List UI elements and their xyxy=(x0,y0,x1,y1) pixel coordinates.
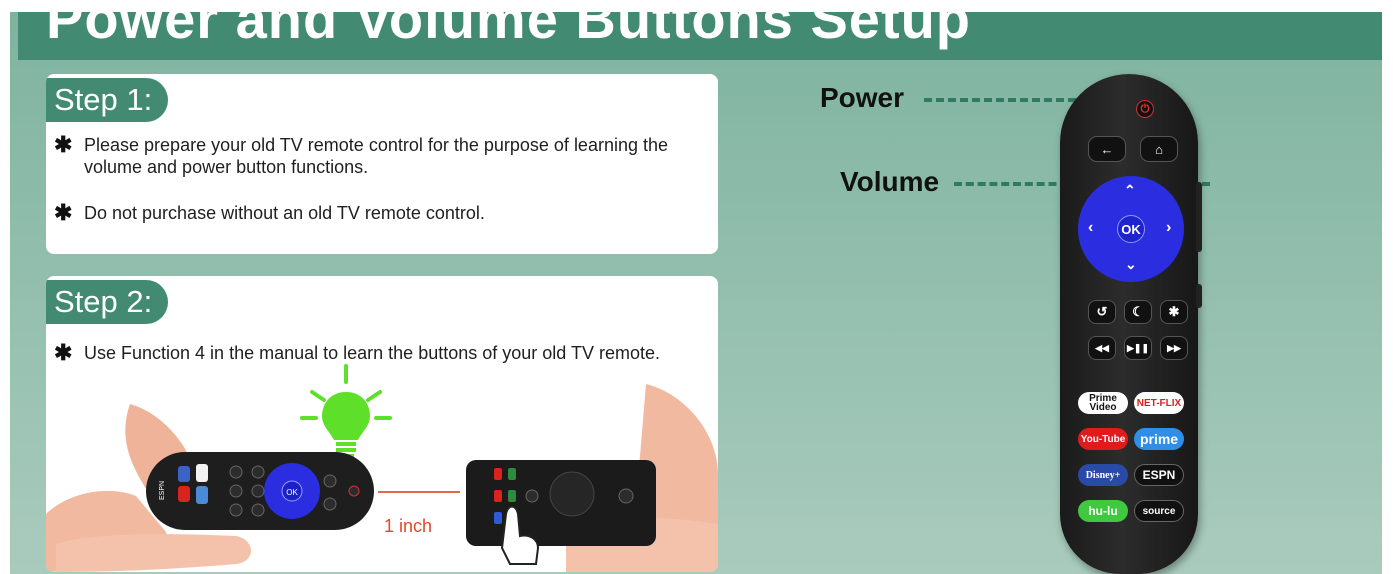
play-pause-icon: ▶❚❚ xyxy=(1126,342,1149,353)
prime-video-button[interactable]: Prime Video xyxy=(1078,392,1128,414)
step2-bullet-text: Use Function 4 in the manual to learn th… xyxy=(84,343,660,363)
ok-button[interactable]: OK xyxy=(1117,215,1145,243)
asterisk-icon: ✱ xyxy=(54,340,73,365)
step2-tab: Step 2: xyxy=(46,280,169,324)
power-button[interactable]: ⏻ xyxy=(1136,100,1154,118)
hulu-button[interactable]: hu-lu xyxy=(1078,500,1128,522)
source-button[interactable]: source xyxy=(1134,500,1184,522)
new-remote-small: OK ESPN xyxy=(146,452,374,530)
rewind-icon: ◀◀ xyxy=(1095,342,1109,353)
options-button[interactable]: ✱ xyxy=(1160,300,1188,324)
fast-forward-button[interactable]: ▶▶ xyxy=(1160,336,1188,360)
distance-label: 1 inch xyxy=(384,516,432,536)
small-remote-ok: OK xyxy=(286,488,298,497)
moon-icon: ☾ xyxy=(1132,304,1144,319)
prime-button[interactable]: prime xyxy=(1134,428,1184,450)
side-button[interactable] xyxy=(1196,284,1202,308)
step2-bullet-1: ✱ Use Function 4 in the manual to learn … xyxy=(54,342,674,364)
page-title: Power and Volume Buttons Setup xyxy=(46,12,972,50)
step1-bullet-text: Do not purchase without an old TV remote… xyxy=(84,203,485,223)
learning-illustration: OK ESPN 1 inch xyxy=(46,364,718,572)
rewind-button[interactable]: ◀◀ xyxy=(1088,336,1116,360)
sleep-button[interactable]: ☾ xyxy=(1124,300,1152,324)
header-bar: Power and Volume Buttons Setup xyxy=(18,12,1382,60)
replay-icon: ↺ xyxy=(1096,304,1108,319)
power-icon: ⏻ xyxy=(1140,102,1150,115)
step1-bullet-2: ✱ Do not purchase without an old TV remo… xyxy=(54,202,674,224)
dpad[interactable]: OK ⌃ ⌄ ‹ › xyxy=(1078,176,1184,282)
chevron-right-icon[interactable]: › xyxy=(1166,219,1171,237)
power-label: Power xyxy=(820,82,905,113)
step2-card: Step 2: ✱ Use Function 4 in the manual t… xyxy=(46,276,718,572)
old-remote xyxy=(466,460,656,546)
disney-button[interactable]: Disney+ xyxy=(1078,464,1128,486)
step1-tab: Step 1: xyxy=(46,78,169,122)
replay-button[interactable]: ↺ xyxy=(1088,300,1116,324)
step1-card: Step 1: ✱ Please prepare your old TV rem… xyxy=(46,74,718,254)
netflix-button[interactable]: NET-FLIX xyxy=(1134,392,1184,414)
asterisk-icon: ✱ xyxy=(54,132,73,157)
home-button[interactable]: ⌂ xyxy=(1140,136,1178,162)
asterisk-icon: ✱ xyxy=(1168,304,1180,319)
chevron-down-icon[interactable]: ⌄ xyxy=(1125,256,1137,273)
fast-forward-icon: ▶▶ xyxy=(1167,342,1181,353)
volume-rocker[interactable] xyxy=(1196,182,1202,252)
youtube-button[interactable]: You-Tube xyxy=(1078,428,1128,450)
chevron-left-icon[interactable]: ‹ xyxy=(1088,219,1093,237)
home-icon: ⌂ xyxy=(1155,141,1163,157)
back-arrow-icon: ← xyxy=(1100,141,1114,157)
remote-control: ⏻ ← ⌂ OK ⌃ ⌄ ‹ › ↺ ☾ ✱ ◀◀ ▶❚❚ ▶▶ Prime V… xyxy=(1060,74,1202,574)
chevron-up-icon[interactable]: ⌃ xyxy=(1124,182,1136,199)
asterisk-icon: ✱ xyxy=(54,200,73,225)
play-pause-button[interactable]: ▶❚❚ xyxy=(1124,336,1152,360)
small-remote-espn: ESPN xyxy=(159,481,166,500)
step1-bullet-text: Please prepare your old TV remote contro… xyxy=(84,135,669,177)
banner-frame: Power and Volume Buttons Setup Step 1: ✱… xyxy=(10,12,1382,574)
volume-label: Volume xyxy=(840,166,940,197)
espn-button[interactable]: ESPN xyxy=(1134,464,1184,486)
step1-bullet-1: ✱ Please prepare your old TV remote cont… xyxy=(54,134,674,178)
back-button[interactable]: ← xyxy=(1088,136,1126,162)
